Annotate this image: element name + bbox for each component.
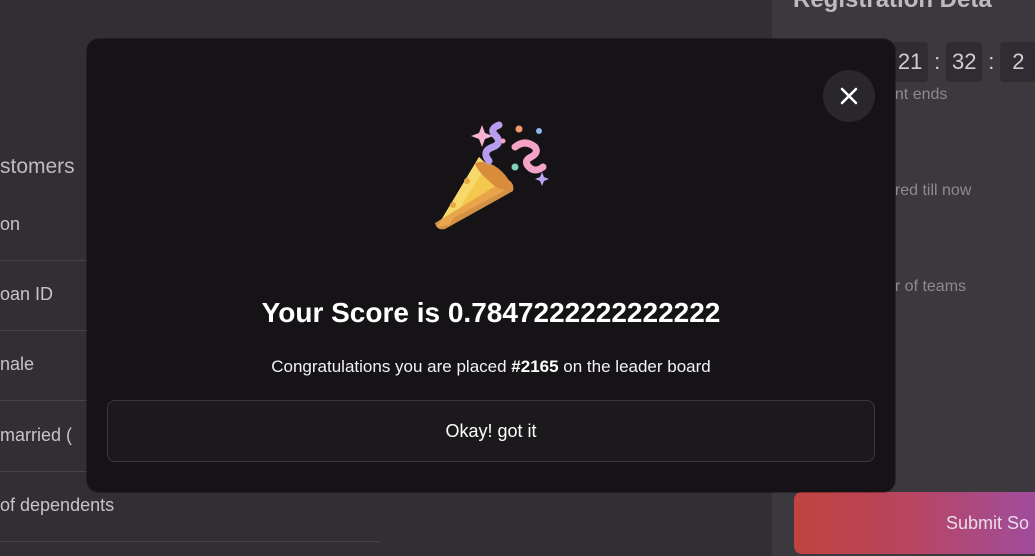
countdown-timer: : 21 : 32 : 2 [880, 42, 1035, 82]
score-modal: Your Score is 0.7847222222222222 Congrat… [87, 39, 895, 492]
close-button[interactable] [823, 70, 875, 122]
timer-minutes: 21 [892, 42, 929, 82]
registered-label: ered till now [886, 182, 972, 199]
timer-extra: 2 [1000, 42, 1035, 82]
timer-seconds: 32 [946, 42, 983, 82]
leaderboard-rank: #2165 [511, 357, 559, 376]
close-icon [840, 87, 858, 105]
score-title: Your Score is 0.7847222222222222 [261, 297, 721, 328]
registration-details-title: Registration Deta [793, 0, 992, 14]
event-ends-label: ent ends [886, 86, 948, 103]
submit-score-button[interactable]: Submit So [794, 492, 1035, 554]
okay-got-it-button[interactable]: Okay! got it [107, 400, 875, 462]
congrats-suffix: on the leader board [558, 357, 711, 376]
congrats-prefix: Congratulations you are placed [271, 357, 512, 376]
customers-section-heading: stomers [0, 155, 75, 178]
party-popper-icon [435, 121, 549, 230]
congratulations-message: Congratulations you are placed #2165 on … [87, 357, 895, 377]
teams-label: er of teams [886, 278, 967, 295]
